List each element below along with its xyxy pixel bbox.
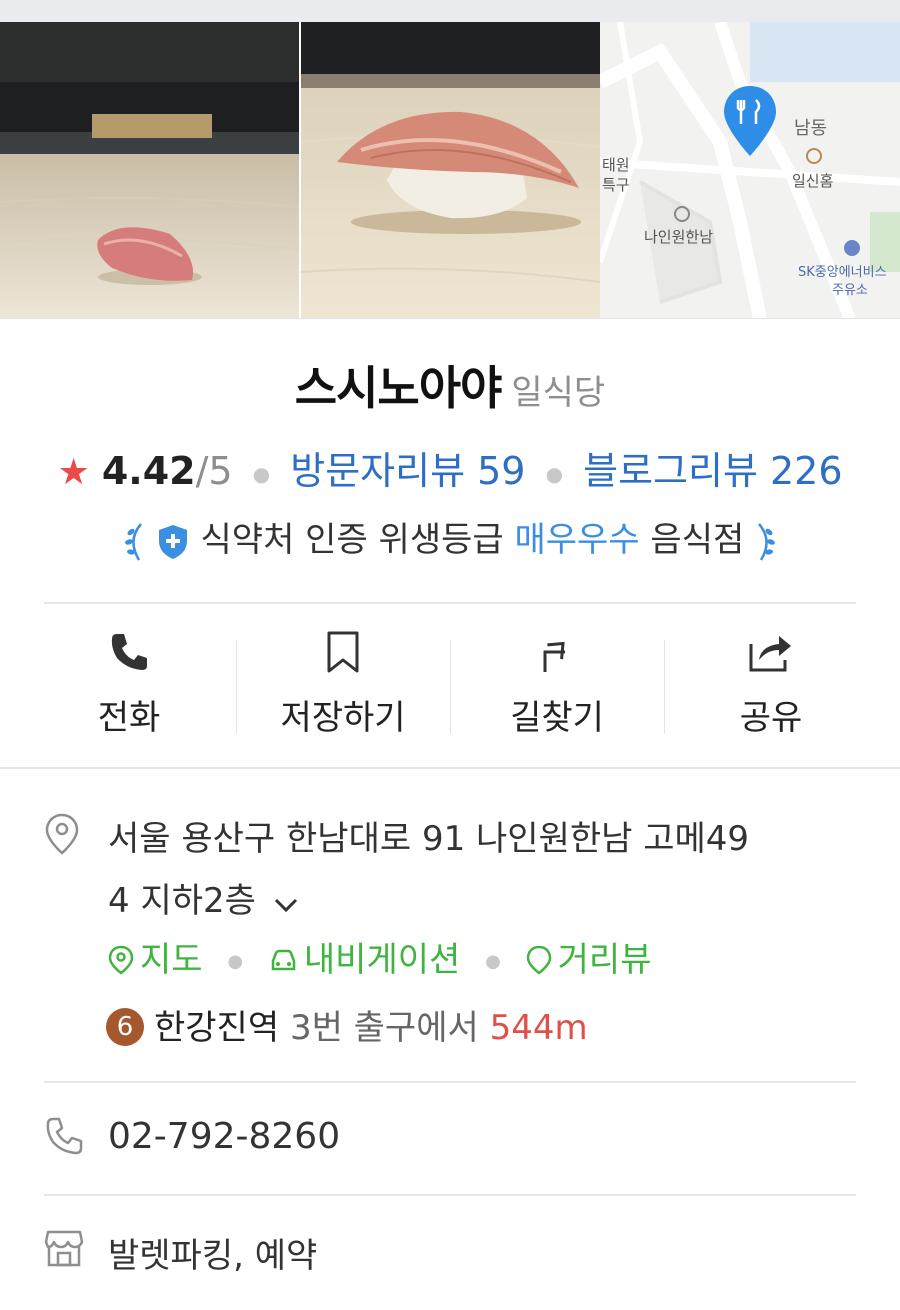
photo-sushi-2[interactable] [301,22,600,319]
streetview-icon [526,945,551,975]
map-label: 남동 [794,118,827,139]
map-link-label: 지도 [140,940,203,980]
separator-dot: ● [545,461,564,486]
map-link[interactable]: 지도 [108,940,213,980]
address[interactable]: 서울 용산구 한남대로 91 나인원한남 고메49 4 지하2층 [108,808,868,934]
restaurant-name: 스시노아야 [294,361,503,415]
navigation-link[interactable]: 내비게이션 [268,940,471,980]
share-button[interactable]: 공유 [664,608,878,768]
status-bar [0,0,900,22]
directions-label: 길찾기 [510,698,604,738]
location-pin-icon [44,812,80,860]
divider [44,1081,856,1083]
subway-line-badge: 6 [106,1008,144,1046]
blog-reviews-link[interactable]: 블로그리뷰 226 [583,449,842,493]
divider [44,1194,856,1196]
separator-dot: ● [252,461,271,486]
streetview-link[interactable]: 거리뷰 [526,940,652,980]
laurel-left-icon [125,522,142,561]
hygiene-certification[interactable]: 식약처 인증 위생등급 매우우수 음식점 [0,512,900,564]
address-line: 서울 용산구 한남대로 91 나인원한남 고메49 [108,819,750,859]
station-name: 한강진역 [154,1008,280,1048]
divider [0,767,900,769]
hygiene-prefix: 식약처 인증 위생등급 [200,520,504,560]
title-row: 스시노아야 일식당 [0,352,900,418]
call-button[interactable]: 전화 [22,608,236,768]
save-button[interactable]: 저장하기 [236,608,450,768]
phone-number[interactable]: 02-792-8260 [108,1116,340,1157]
station-distance: 544m [489,1008,588,1048]
car-icon [271,949,296,971]
visitor-reviews-link[interactable]: 방문자리뷰 59 [290,449,525,493]
store-icon [44,1228,84,1272]
nearest-station: 6 한강진역 3번 출구에서 544m [106,1000,588,1049]
rating-score: 4.42 [101,449,196,493]
chevron-down-icon[interactable] [273,872,299,934]
divider [44,602,856,604]
map-links: 지도 ● 내비게이션 ● 거리뷰 [108,932,652,981]
directions-button[interactable]: 길찾기 [450,608,664,768]
star-icon: ★ [57,452,90,493]
map-label: 특구 [602,176,630,194]
phone-outline-icon [44,1116,84,1160]
hygiene-grade: 매우우수 [514,520,640,560]
amenities: 발렛파킹, 예약 [108,1236,318,1276]
divider [0,318,900,319]
phone-icon [107,628,151,676]
map-label: 태원 [602,156,630,174]
rating-row: ★ 4.42/5 ● 방문자리뷰 59 ● 블로그리뷰 226 [0,440,900,495]
bookmark-icon [325,628,361,676]
directions-icon [535,628,579,676]
share-label: 공유 [739,698,803,738]
map-thumbnail[interactable]: 남동 일신홈 태원 특구 나인원한남 SK중앙에너비스 주유소 [600,22,900,319]
photo-strip[interactable]: 남동 일신홈 태원 특구 나인원한남 SK중앙에너비스 주유소 [0,22,900,319]
map-pin-outline-icon [108,945,134,975]
station-exit: 3번 출구에서 [289,1008,479,1048]
navigation-link-label: 내비게이션 [303,940,461,980]
photo-sushi-1[interactable] [0,22,299,319]
map-label: 주유소 [832,283,868,298]
separator-dot: ● [485,951,501,972]
share-icon [747,628,795,676]
address-line-2: 4 지하2층 [108,881,256,921]
laurel-right-icon [758,522,775,561]
streetview-link-label: 거리뷰 [557,940,652,980]
separator-dot: ● [227,951,244,972]
shield-icon [158,524,187,559]
map-label: SK중앙에너비스 [798,265,887,280]
rating-max: /5 [195,449,233,493]
save-label: 저장하기 [280,698,406,738]
restaurant-category: 일식당 [511,373,606,413]
map-label: 나인원한남 [644,228,713,246]
map-label: 일신홈 [792,172,833,190]
hygiene-suffix: 음식점 [650,520,745,560]
action-bar: 전화 저장하기 길찾기 공유 [22,608,878,768]
call-label: 전화 [97,698,161,738]
